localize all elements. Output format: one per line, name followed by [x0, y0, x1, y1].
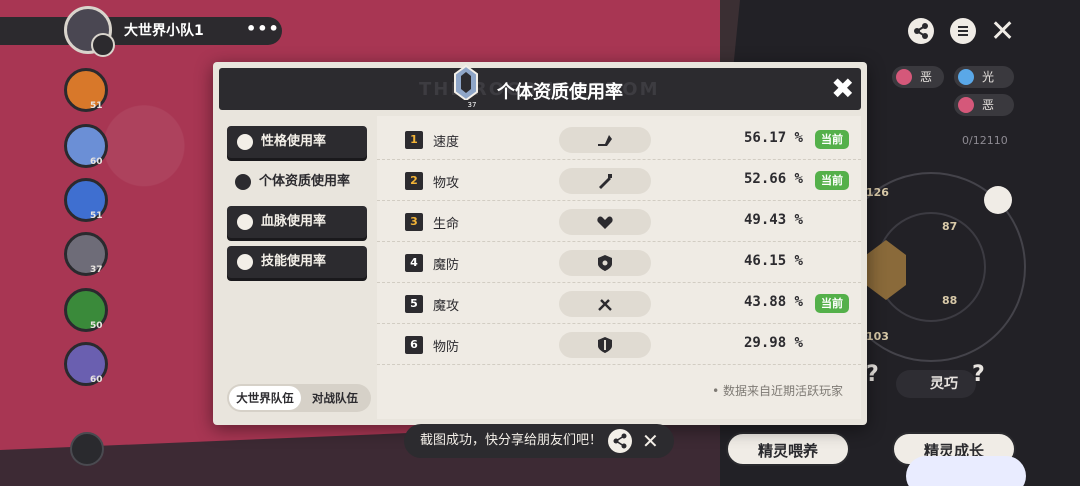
- physical-defense-icon: [598, 337, 612, 353]
- stat-icon-box: [559, 127, 651, 153]
- team-name: 大世界小队1: [124, 23, 204, 39]
- stat-name: 物攻: [433, 176, 460, 191]
- pet-level: 51: [90, 211, 103, 221]
- pet-level: 51: [90, 101, 103, 111]
- tab-personality-label: 性格使用率: [261, 134, 327, 149]
- stat-name: 魔攻: [433, 299, 460, 314]
- badge-level: 37: [468, 101, 477, 108]
- pet-level: 50: [90, 321, 103, 331]
- dialog-header: THE ROCO KINGDOM 个体资质使用率 ✖: [219, 68, 861, 110]
- radar-stat-right-top: 87: [942, 220, 958, 233]
- radar-stat-bottom: 103: [866, 330, 889, 343]
- stat-name: 速度: [433, 135, 460, 150]
- bloodline-icon: [237, 214, 253, 230]
- toast-text: 截图成功，快分享给朋友们吧！: [420, 433, 603, 448]
- aptitude-row: 6 物防 29.98 %: [377, 325, 861, 365]
- tab-aptitude[interactable]: 个体资质使用率: [227, 166, 367, 198]
- source-note: 数据来自近期活跃玩家: [712, 382, 843, 399]
- rank-badge: 2: [405, 172, 423, 190]
- usage-percent: 52.66 %: [743, 171, 803, 187]
- exp-text: 0/12110: [962, 134, 1008, 147]
- aptitude-icon: [235, 174, 251, 190]
- aptitude-list: 6 物防 29.98 % 5 魔攻 43.88 % 当前 4 魔防 46.15 % 3 生命 49.43…: [377, 116, 861, 419]
- toast-close-icon[interactable]: ✕: [642, 424, 659, 458]
- aptitude-row: 4 魔防 46.15 %: [377, 243, 861, 283]
- usage-percent: 56.17 %: [743, 130, 803, 146]
- share-icon[interactable]: [908, 18, 934, 44]
- radar-stat-top: 126: [866, 186, 889, 199]
- pet-level: 37: [90, 265, 103, 275]
- category-sidebar: 性格使用率 个体资质使用率 血脉使用率 技能使用率 大世界队伍 对战队伍: [219, 116, 377, 419]
- menu-list-icon[interactable]: [950, 18, 976, 44]
- dialog-title: 个体资质使用率: [497, 82, 623, 103]
- skill-chip[interactable]: 灵巧: [896, 370, 976, 398]
- toggle-world-team[interactable]: 大世界队伍: [229, 386, 301, 410]
- tab-skill[interactable]: 技能使用率: [227, 246, 367, 278]
- aptitude-usage-dialog: THE ROCO KINGDOM 个体资质使用率 ✖ 37 性格使用率 个体资质…: [213, 62, 867, 425]
- aptitude-row: 2 物攻 52.66 % 当前: [377, 161, 861, 201]
- search-icon[interactable]: [984, 186, 1012, 214]
- team-avatar[interactable]: [64, 6, 115, 57]
- pet-level: 60: [90, 375, 103, 385]
- radar-stat-right-bottom: 88: [942, 294, 958, 307]
- attribute-chip-light: 光: [954, 66, 1014, 88]
- personality-icon: [237, 134, 253, 150]
- team-toggle: 大世界队伍 对战队伍: [227, 384, 371, 412]
- feed-button[interactable]: 精灵喂养: [726, 432, 850, 466]
- current-badge: 当前: [815, 294, 849, 313]
- rank-badge: 3: [405, 213, 423, 231]
- pet-level: 60: [90, 157, 103, 167]
- current-badge: 当前: [815, 130, 849, 149]
- rank-badge: 4: [405, 254, 423, 272]
- toast-share-icon[interactable]: [608, 429, 632, 453]
- rank-badge: 5: [405, 295, 423, 313]
- aptitude-badge-icon: 37: [454, 64, 481, 108]
- skill-icon: [237, 254, 253, 270]
- usage-percent: 46.15 %: [743, 253, 803, 269]
- team-more-button[interactable]: •••: [246, 19, 280, 38]
- stat-name: 物防: [433, 340, 460, 355]
- aptitude-row: 1 速度 56.17 % 当前: [377, 120, 861, 160]
- close-main-icon[interactable]: ✕: [990, 14, 1015, 49]
- tab-bloodline[interactable]: 血脉使用率: [227, 206, 367, 238]
- usage-percent: 43.88 %: [743, 294, 803, 310]
- tab-skill-label: 技能使用率: [261, 254, 327, 269]
- rank-badge: 6: [405, 336, 423, 354]
- attribute-chip-evil-2: 恶: [954, 94, 1014, 116]
- stat-name: 魔防: [433, 258, 460, 273]
- stat-icon-box: [559, 332, 651, 358]
- rank-badge: 1: [405, 131, 423, 149]
- stat-icon-box: [559, 291, 651, 317]
- stat-icon-box: [559, 209, 651, 235]
- physical-attack-icon: [599, 174, 612, 189]
- tab-aptitude-label: 个体资质使用率: [259, 174, 351, 189]
- stat-icon-box: [559, 250, 651, 276]
- aptitude-row: 3 生命 49.43 %: [377, 202, 861, 242]
- tab-personality[interactable]: 性格使用率: [227, 126, 367, 158]
- attribute-chip-evil: 恶: [892, 66, 944, 88]
- usage-percent: 49.43 %: [743, 212, 803, 228]
- health-icon: [597, 216, 613, 229]
- dialog-close-button[interactable]: ✖: [831, 74, 854, 104]
- tab-bloodline-label: 血脉使用率: [261, 214, 327, 229]
- cloud-decoration: [906, 456, 1026, 486]
- screenshot-toast: 截图成功，快分享给朋友们吧！ ✕: [404, 424, 674, 458]
- magic-defense-icon: [598, 255, 612, 271]
- toggle-battle-team[interactable]: 对战队伍: [301, 386, 369, 410]
- current-badge: 当前: [815, 171, 849, 190]
- stat-icon-box: [559, 168, 651, 194]
- speed-icon: [598, 135, 612, 146]
- usage-percent: 29.98 %: [743, 335, 803, 351]
- question-icon[interactable]: ?: [866, 362, 879, 387]
- magic-attack-icon: [598, 299, 612, 311]
- stat-name: 生命: [433, 217, 460, 232]
- home-icon[interactable]: [70, 432, 104, 466]
- aptitude-row: 5 魔攻 43.88 % 当前: [377, 284, 861, 324]
